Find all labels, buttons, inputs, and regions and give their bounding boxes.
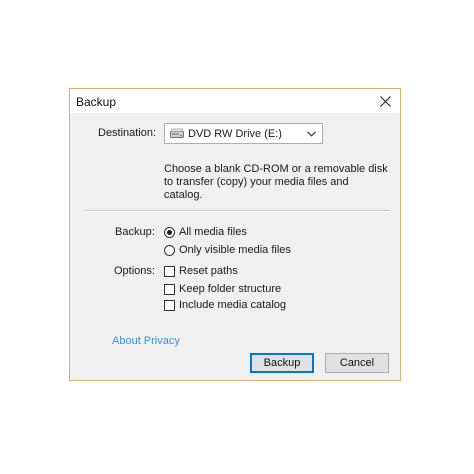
checkbox-label: Include media catalog — [179, 299, 287, 311]
checkbox[interactable] — [164, 299, 175, 311]
close-icon — [379, 95, 391, 107]
checkbox-reset-paths[interactable]: Reset paths — [164, 264, 238, 278]
radio-all-media-files[interactable]: All media files — [164, 225, 247, 239]
radio-button[interactable] — [164, 244, 175, 256]
title-bar: Backup — [70, 89, 400, 113]
checkbox[interactable] — [164, 265, 175, 277]
radio-only-visible-media-files[interactable]: Only visible media files — [164, 243, 291, 257]
destination-dropdown[interactable]: DVD RW Drive (E:) — [164, 123, 323, 144]
radio-label: All media files — [179, 226, 247, 238]
window-title: Backup — [76, 95, 117, 109]
radio-label: Only visible media files — [179, 244, 291, 256]
destination-label: Destination: — [98, 127, 157, 139]
checkbox[interactable] — [164, 283, 175, 295]
checkbox-keep-folder-structure[interactable]: Keep folder structure — [164, 282, 281, 296]
destination-description: Choose a blank CD-ROM or a removable dis… — [164, 163, 388, 201]
radio-button-selected[interactable] — [164, 226, 175, 238]
close-button[interactable] — [374, 91, 396, 111]
divider — [84, 210, 390, 212]
dvd-drive-icon — [169, 127, 185, 141]
destination-value: DVD RW Drive (E:) — [188, 127, 282, 140]
options-label: Options: — [114, 265, 155, 277]
checkbox-label: Reset paths — [179, 265, 238, 277]
about-privacy-link[interactable]: About Privacy — [112, 335, 180, 347]
backup-label: Backup: — [115, 226, 155, 238]
cancel-button[interactable]: Cancel — [325, 353, 389, 373]
backup-dialog: Backup Destination: DVD RW Drive (E:) Ch… — [69, 88, 401, 381]
chevron-down-icon[interactable] — [304, 127, 318, 141]
checkbox-include-media-catalog[interactable]: Include media catalog — [164, 298, 286, 312]
checkbox-label: Keep folder structure — [179, 283, 282, 295]
backup-button[interactable]: Backup — [250, 353, 314, 373]
